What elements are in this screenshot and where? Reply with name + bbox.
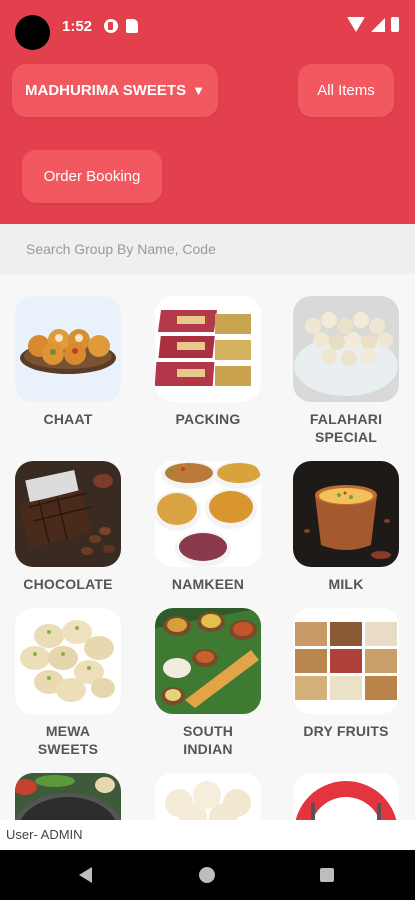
wifi-icon (347, 17, 365, 32)
category-tile[interactable]: NAMKEEN (154, 461, 262, 593)
category-label: MILK (328, 576, 364, 592)
category-grid: CHAAT PACKING FALAHARI SPECIAL CHOCOLATE… (0, 274, 415, 820)
system-navigation-bar (0, 850, 415, 900)
notification-f-icon (104, 19, 118, 33)
south-indian-image (155, 608, 261, 714)
category-label: NAMKEEN (171, 576, 245, 592)
shop-selector-button[interactable]: MADHURIMA SWEETS ▼ (12, 64, 218, 117)
category-tile[interactable]: MEWA SWEETS (14, 608, 122, 758)
search-bar (0, 224, 415, 274)
category-label: MEWA SWEETS (37, 723, 99, 757)
category-tile[interactable]: DRY FRUITS (292, 608, 400, 740)
category-tile[interactable]: CHAAT (14, 296, 122, 428)
battery-icon (391, 17, 399, 32)
all-items-button[interactable]: All Items (298, 64, 394, 117)
category-tile[interactable]: PACKING (154, 296, 262, 428)
recent-apps-icon[interactable] (320, 868, 334, 882)
mewa-sweets-image (15, 608, 121, 714)
dry-fruits-image (293, 608, 399, 714)
dropdown-caret-icon: ▼ (192, 83, 205, 98)
category-label: PACKING (175, 411, 241, 427)
cell-signal-icon (371, 18, 385, 32)
status-time: 1:52 (62, 18, 93, 35)
falahari-special-image (293, 296, 399, 402)
category-label: FALAHARI SPECIAL (309, 411, 383, 445)
namkeen-image (155, 461, 261, 567)
category-label: DRY FRUITS (303, 723, 389, 739)
search-input[interactable] (0, 224, 415, 274)
category-tile[interactable]: MILK (292, 461, 400, 593)
category-tile[interactable] (14, 773, 122, 820)
sim-card-icon (126, 19, 138, 33)
category-tile[interactable]: SOUTH INDIAN (154, 608, 262, 758)
category-tile[interactable]: FALAHARI SPECIAL (292, 296, 400, 446)
category-label: CHOCOLATE (23, 576, 113, 592)
home-icon[interactable] (199, 867, 215, 883)
order-booking-button[interactable]: Order Booking (22, 150, 162, 203)
category-label: CHAAT (43, 411, 93, 427)
camera-cutout (15, 15, 50, 50)
category-tile[interactable] (154, 773, 262, 820)
category-tile[interactable] (292, 773, 400, 820)
user-info: User- ADMIN (0, 820, 415, 850)
category-label: SOUTH INDIAN (183, 723, 233, 757)
milk-image (293, 461, 399, 567)
back-icon[interactable] (79, 867, 92, 883)
category-tile[interactable]: CHOCOLATE (14, 461, 122, 593)
shop-name: MADHURIMA SWEETS (25, 82, 187, 99)
chaat-image (15, 296, 121, 402)
plate-image (293, 773, 399, 820)
header: 1:52 MADHURIMA SWEETS ▼ All Items Order … (0, 0, 415, 224)
rasgulla-image (155, 773, 261, 820)
status-bar: 1:52 (0, 0, 415, 50)
chocolate-image (15, 461, 121, 567)
packing-image (155, 296, 261, 402)
thali-image (15, 773, 121, 820)
